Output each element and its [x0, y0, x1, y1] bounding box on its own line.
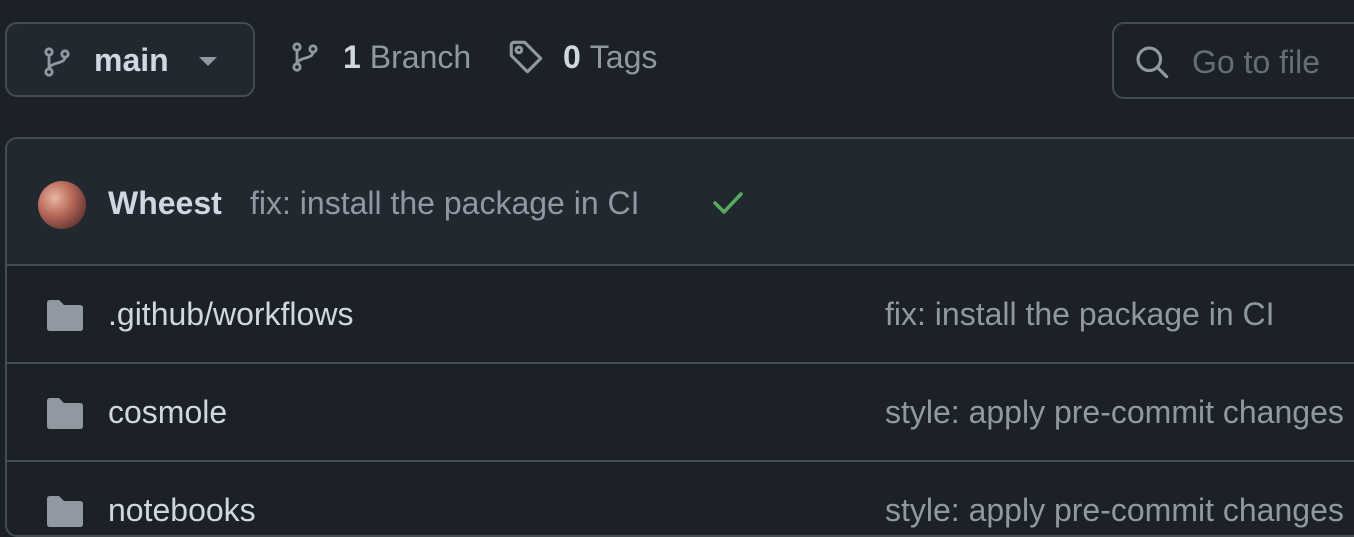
commit-author[interactable]: Wheest [108, 185, 222, 222]
file-row[interactable]: cosmole style: apply pre-commit changes [7, 364, 1354, 462]
branches-link[interactable]: 1 Branch [289, 38, 471, 76]
file-name[interactable]: .github/workflows [108, 296, 353, 333]
file-table: Wheest fix: install the package in CI .g… [5, 137, 1354, 537]
file-name[interactable]: notebooks [108, 492, 256, 529]
commit-message[interactable]: fix: install the package in CI [250, 185, 640, 222]
folder-icon [45, 298, 85, 337]
go-to-file-input[interactable]: Go to file [1112, 22, 1354, 99]
git-branch-icon [41, 43, 73, 86]
avatar[interactable] [38, 181, 86, 229]
file-commit-message[interactable]: style: apply pre-commit changes [885, 394, 1344, 431]
file-row[interactable]: .github/workflows fix: install the packa… [7, 266, 1354, 364]
folder-icon [45, 494, 85, 533]
git-branch-icon [292, 42, 318, 72]
file-name[interactable]: cosmole [108, 394, 227, 431]
search-icon [1134, 44, 1170, 85]
tags-link[interactable]: 0 Tags [507, 38, 657, 76]
branch-name: main [94, 42, 169, 78]
folder-icon [45, 396, 85, 435]
latest-commit-row: Wheest fix: install the package in CI [7, 139, 1354, 266]
file-commit-message[interactable]: fix: install the package in CI [885, 296, 1275, 333]
file-commit-message[interactable]: style: apply pre-commit changes [885, 492, 1344, 529]
branch-selector-button[interactable]: main [5, 22, 255, 97]
triangle-down-icon [197, 55, 219, 73]
repo-toolbar: main 1 Branch 0 Tags Go to file [0, 0, 1354, 130]
check-icon[interactable] [711, 190, 745, 221]
tag-count: 0 [563, 38, 581, 75]
file-row[interactable]: notebooks style: apply pre-commit change… [7, 462, 1354, 535]
tag-icon [509, 40, 543, 74]
search-placeholder: Go to file [1192, 44, 1321, 80]
branch-count: 1 [343, 38, 361, 75]
tag-label: Tags [589, 38, 658, 75]
branch-label: Branch [369, 38, 472, 75]
